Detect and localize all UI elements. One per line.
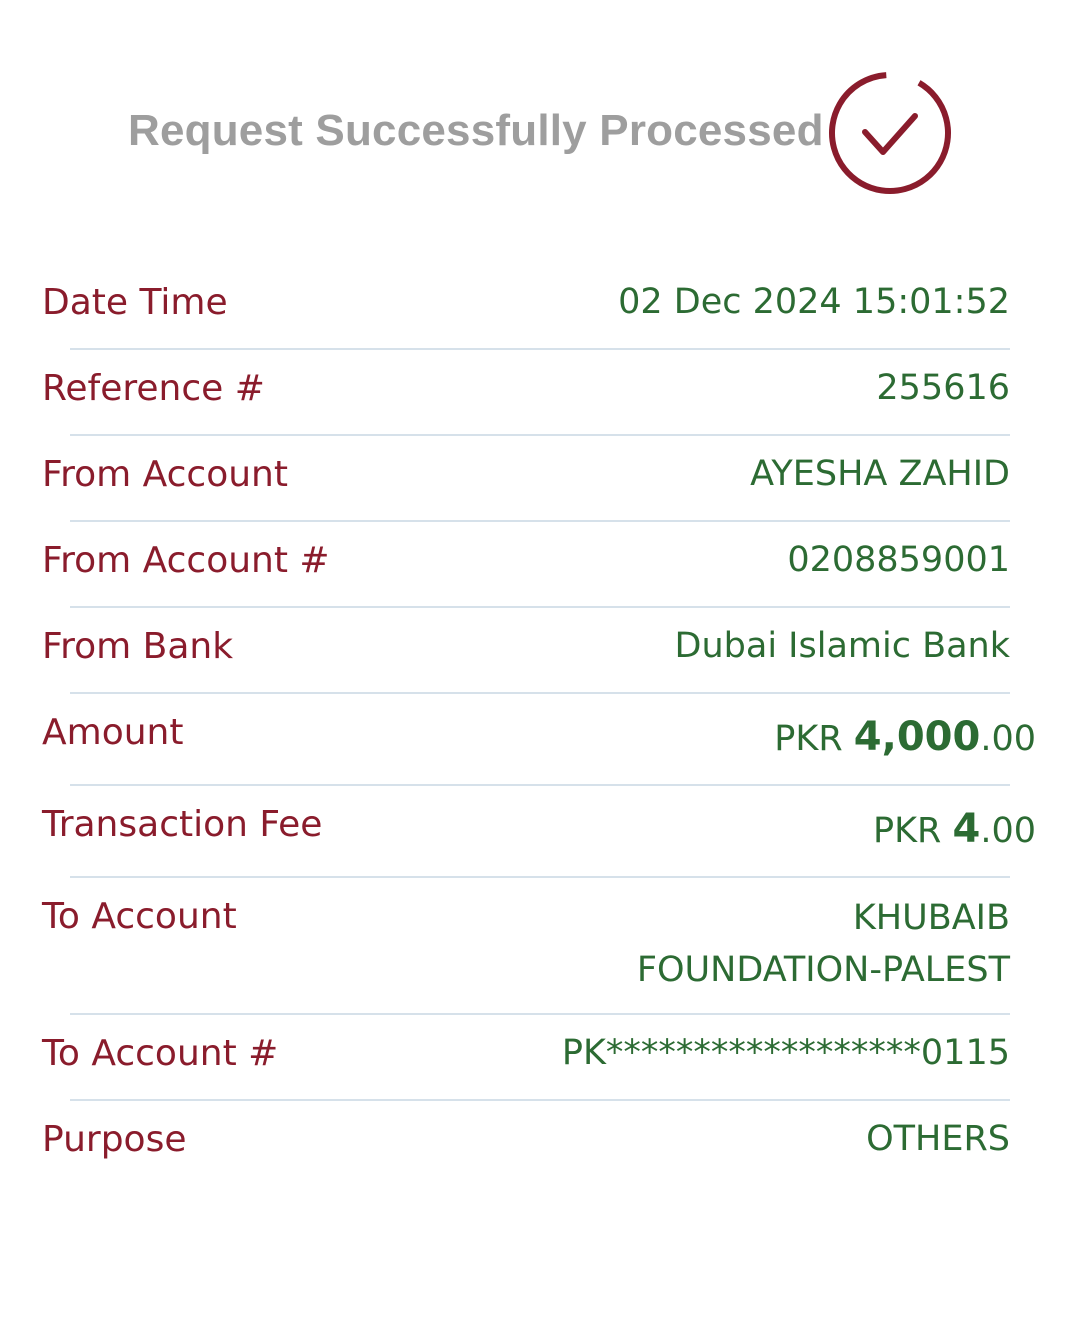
detail-value: OTHERS [866, 1119, 1010, 1159]
detail-label: From Account [42, 454, 288, 495]
divider [70, 692, 1010, 694]
page-title: Request Successfully Processed [128, 106, 824, 155]
fee-decimal: .00 [980, 811, 1036, 851]
detail-value: AYESHA ZAHID [750, 454, 1010, 494]
detail-value: 0208859001 [787, 540, 1010, 580]
check-circle-icon [829, 72, 951, 194]
divider [70, 1099, 1010, 1101]
receipt-header: Request Successfully Processed [0, 70, 1080, 200]
divider [70, 876, 1010, 878]
divider [70, 520, 1010, 522]
detail-label: Date Time [42, 282, 228, 323]
amount-currency: PKR [774, 719, 854, 759]
divider [70, 1013, 1010, 1015]
divider [70, 784, 1010, 786]
divider [70, 606, 1010, 608]
detail-label: From Account # [42, 540, 330, 581]
detail-value: PK******************0115 [561, 1033, 1010, 1073]
detail-label: Purpose [42, 1119, 187, 1160]
fee-value: PKR 4.00 [873, 806, 1036, 852]
detail-label: Transaction Fee [42, 804, 323, 845]
detail-label: Amount [42, 712, 184, 753]
detail-value: Dubai Islamic Bank [674, 626, 1010, 666]
amount-value: PKR 4,000.00 [774, 714, 1036, 760]
fee-integer: 4 [952, 806, 981, 852]
divider [70, 348, 1010, 350]
amount-integer: 4,000 [853, 714, 981, 760]
detail-label: From Bank [42, 626, 234, 667]
to-account-line-1: KHUBAIB [852, 898, 1010, 938]
detail-value: 255616 [876, 368, 1010, 408]
detail-label: To Account # [42, 1033, 279, 1074]
divider [70, 434, 1010, 436]
detail-label: Reference # [42, 368, 265, 409]
detail-value: 02 Dec 2024 15:01:52 [618, 282, 1010, 322]
amount-decimal: .00 [980, 719, 1036, 759]
detail-label: To Account [42, 896, 237, 937]
detail-value: KHUBAIB FOUNDATION-PALEST [590, 892, 1010, 996]
to-account-line-2: FOUNDATION-PALEST [636, 950, 1010, 990]
fee-currency: PKR [872, 811, 953, 851]
